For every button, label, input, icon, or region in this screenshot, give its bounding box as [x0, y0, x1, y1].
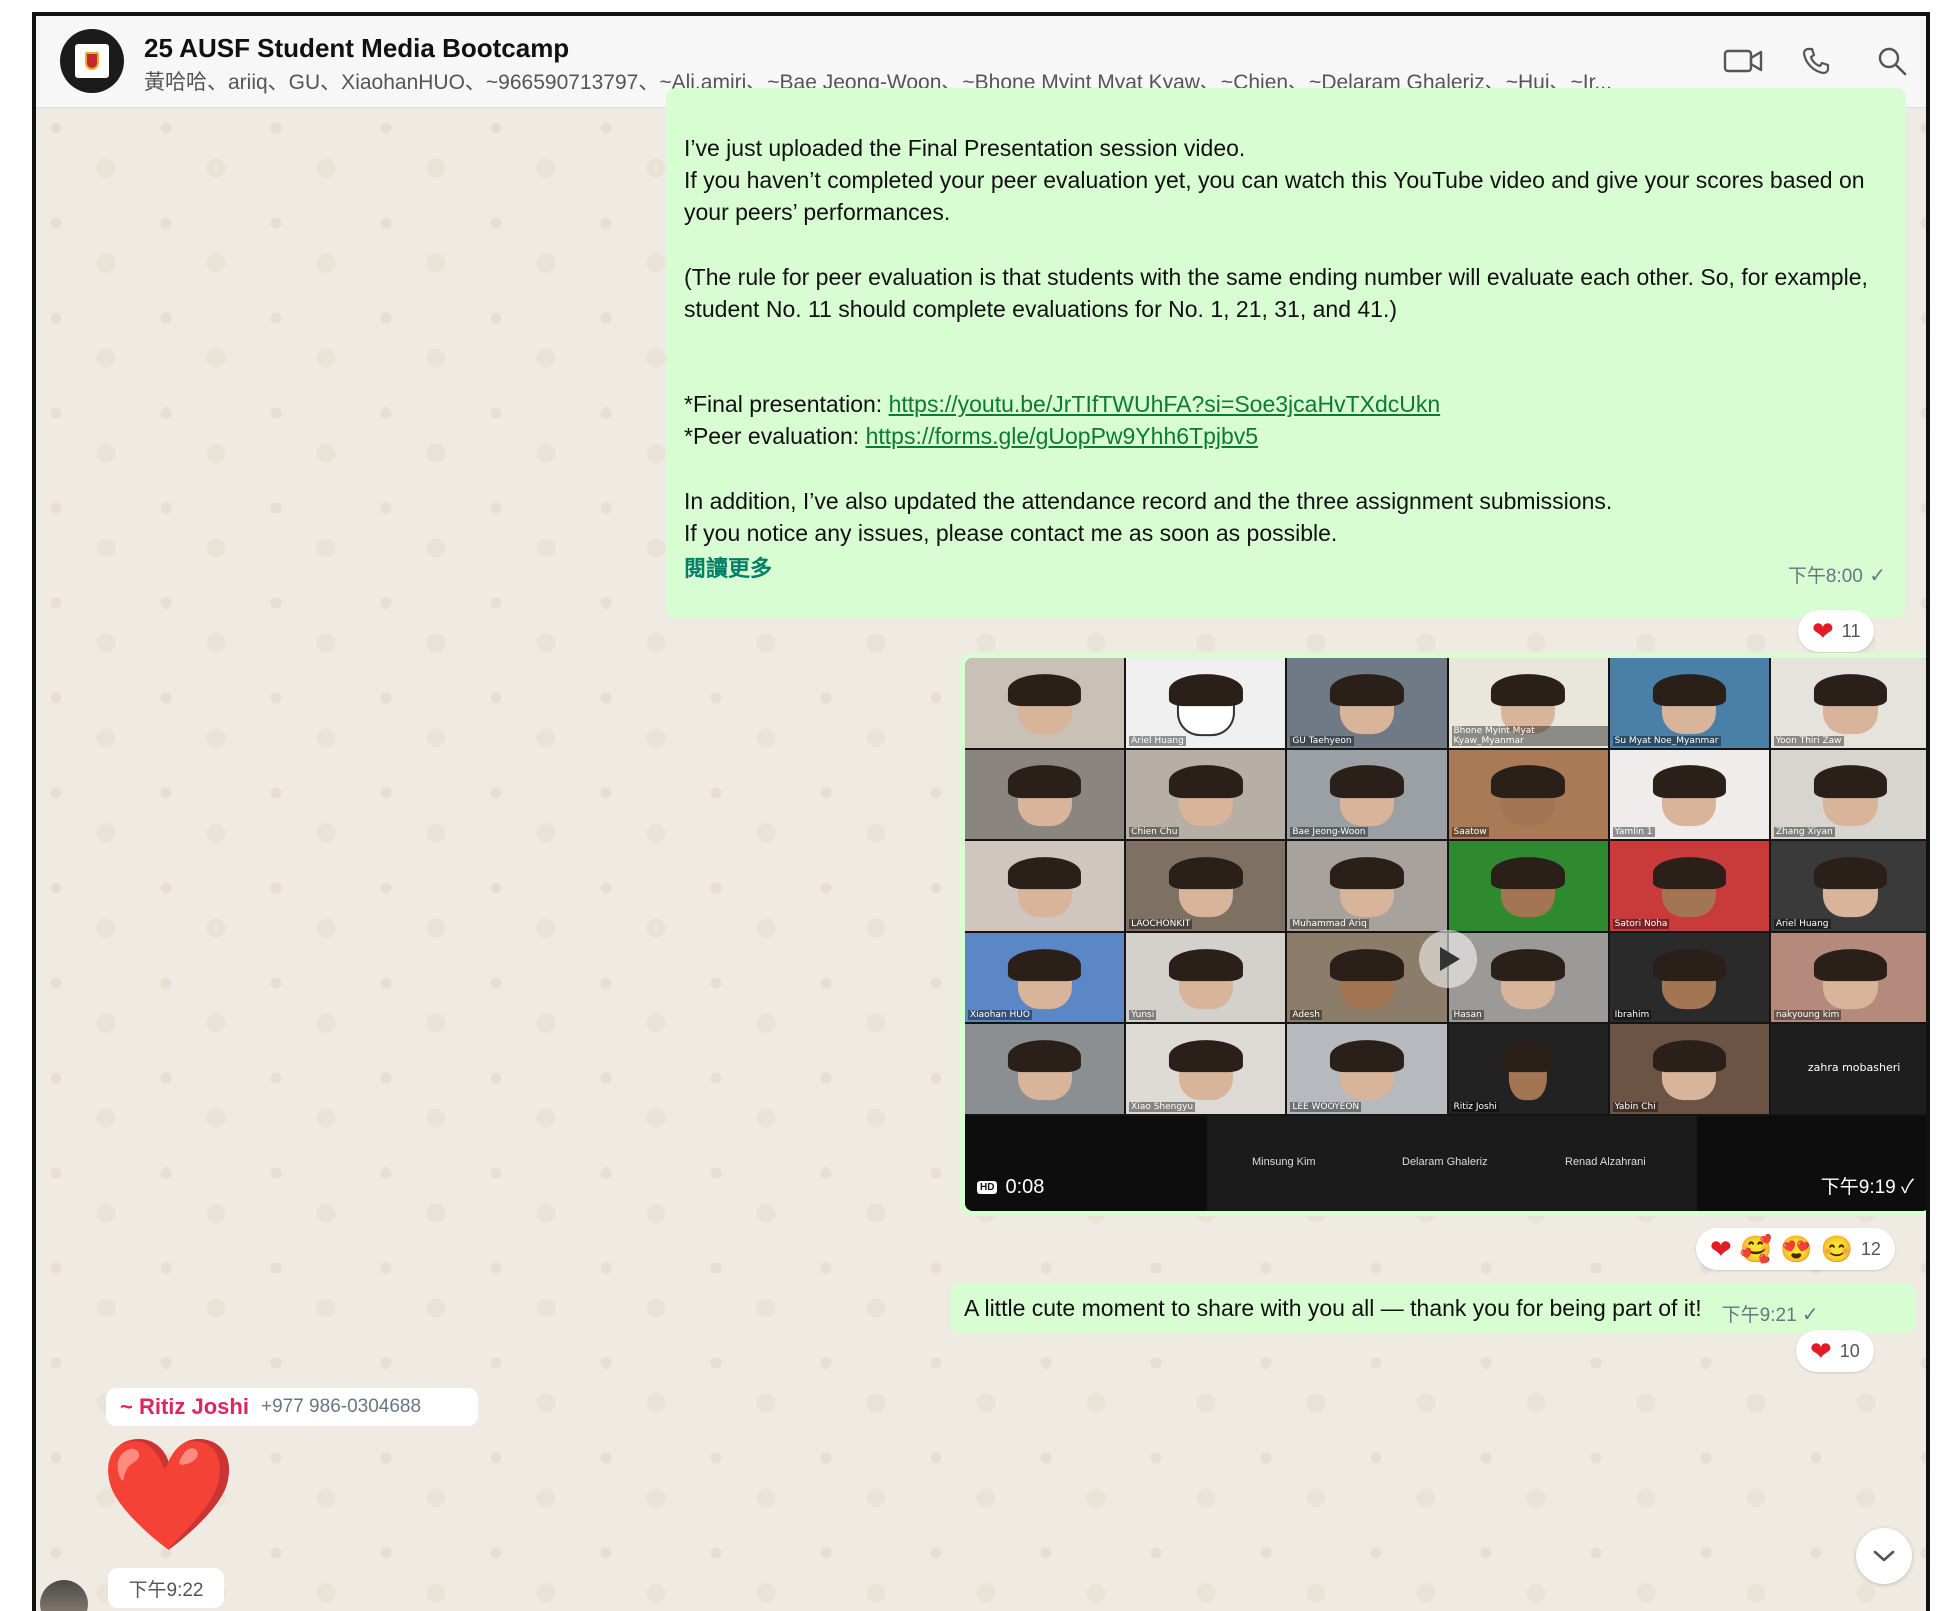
- read-more-link[interactable]: 閱讀更多: [684, 553, 772, 585]
- participant-tile: nakyoung kim: [1770, 932, 1926, 1023]
- message-paragraph: (The rule for peer evaluation is that st…: [684, 264, 1868, 322]
- participant-tile: Ritiz Joshi: [1448, 1024, 1608, 1114]
- video-bottom-row: Minsung Kim Delaram Ghaleriz Renad Alzah…: [965, 1116, 1926, 1211]
- video-call-icon[interactable]: [1721, 44, 1765, 78]
- hd-icon: HD: [977, 1181, 998, 1194]
- heart-eyes-icon: 😍: [1780, 1234, 1813, 1264]
- heart-icon: ❤: [1812, 616, 1834, 646]
- message-time: 下午9:21 ✓: [1721, 1303, 1819, 1326]
- participant-name: Renad Alzahrani: [1565, 1156, 1646, 1168]
- reaction-count: 11: [1841, 620, 1861, 641]
- participant-tile: Yamlin 1: [1609, 749, 1769, 840]
- group-avatar[interactable]: [60, 29, 124, 93]
- participant-tile: [965, 658, 1125, 748]
- participant-tile: [965, 749, 1125, 840]
- participant-tile: [965, 841, 1125, 931]
- participant-tile: [965, 1024, 1125, 1114]
- blushing-smile-icon: 😊: [1820, 1234, 1853, 1264]
- participant-tile: zahra mobasheri: [1770, 1024, 1926, 1114]
- participant-tile: Su Myat Noe_Myanmar: [1609, 658, 1769, 748]
- video-call-grid: Ariel Huang GU Taehyeon Bhone Myint Myat…: [965, 658, 1926, 1114]
- reaction-badge[interactable]: ❤ 11: [1798, 610, 1875, 652]
- participant-tile: GU Taehyeon: [1287, 658, 1447, 748]
- message-paragraph: In addition, I’ve also updated the atten…: [684, 488, 1613, 546]
- chat-area[interactable]: I’ve just uploaded the Final Presentatio…: [36, 88, 1926, 1611]
- participant-tile: Yabin Chi: [1609, 1024, 1769, 1114]
- participant-tile: Ibrahim: [1609, 932, 1769, 1023]
- reaction-badge[interactable]: ❤ 🥰 😍 😊 12: [1696, 1228, 1895, 1270]
- participant-tile: Xiaohan HUO: [965, 932, 1125, 1023]
- participant-name: Minsung Kim: [1252, 1156, 1316, 1168]
- message-paragraph: I’ve just uploaded the Final Presentatio…: [684, 135, 1865, 225]
- message-body: A little cute moment to share with you a…: [964, 1294, 1702, 1321]
- participant-tile: Yoon Thiri Zaw: [1770, 658, 1926, 748]
- message-meta: 下午8:00 ✓: [1788, 558, 1886, 593]
- heart-icon: ❤: [1710, 1234, 1732, 1264]
- chat-window: 25 AUSF Student Media Bootcamp 黃哈哈、ariiq…: [32, 12, 1930, 1611]
- video-thumbnail[interactable]: Ariel Huang GU Taehyeon Bhone Myint Myat…: [965, 658, 1926, 1211]
- group-title[interactable]: 25 AUSF Student Media Bootcamp: [144, 33, 569, 64]
- participant-tile: Xiao Shengyu: [1126, 1024, 1286, 1114]
- reaction-badge[interactable]: ❤ 10: [1796, 1330, 1874, 1372]
- message-time: 下午8:00: [1787, 566, 1863, 587]
- peer-evaluation-label: *Peer evaluation:: [684, 423, 866, 449]
- participant-tile: Muhammad Ariq: [1287, 841, 1447, 931]
- participant-tile: LEE WOOYEON: [1287, 1024, 1447, 1114]
- sender-phone: +977 986-0304688: [260, 1396, 422, 1417]
- voice-call-icon[interactable]: [1794, 44, 1838, 78]
- message-time: 下午9:22: [108, 1568, 224, 1608]
- final-presentation-label: *Final presentation:: [684, 391, 889, 417]
- participant-tile: Yunsi: [1126, 932, 1286, 1023]
- participant-tile: Satori Noha: [1609, 841, 1769, 931]
- participant-tile: Bae Jeong-Woon: [1287, 749, 1447, 840]
- heart-icon: ❤: [1810, 1336, 1832, 1366]
- participant-name: Delaram Ghaleriz: [1402, 1156, 1488, 1168]
- avatar[interactable]: [40, 1580, 88, 1611]
- search-icon[interactable]: [1870, 44, 1914, 78]
- play-icon[interactable]: [1418, 930, 1477, 988]
- participant-tile: [1448, 841, 1608, 931]
- participant-tile: LAOCHONKIT: [1126, 841, 1286, 931]
- message-text[interactable]: A little cute moment to share with you a…: [950, 1283, 1916, 1333]
- reaction-count: 12: [1860, 1238, 1881, 1259]
- participant-tile: Zhang Xiyan: [1770, 749, 1926, 840]
- smiling-hearts-icon: 🥰: [1739, 1234, 1773, 1264]
- participant-tile: Chien Chu: [1126, 749, 1286, 840]
- chevron-down-icon: [1873, 1550, 1895, 1562]
- sender-header: ~ Ritiz Joshi +977 986-0304688: [106, 1388, 478, 1426]
- heart-icon[interactable]: ❤️: [100, 1440, 237, 1550]
- peer-evaluation-link[interactable]: https://forms.gle/gUopPw9Yhh6Tpjbv5: [866, 423, 1258, 449]
- message-announcement[interactable]: I’ve just uploaded the Final Presentatio…: [666, 88, 1906, 618]
- participant-tile: Ariel Huang: [1126, 658, 1286, 748]
- reaction-count: 10: [1839, 1340, 1860, 1361]
- video-duration: HD 0:08: [977, 1176, 1044, 1199]
- message-time: 下午9:19 ✓: [1820, 1177, 1914, 1198]
- sender-name[interactable]: ~ Ritiz Joshi: [120, 1394, 249, 1420]
- participant-tile: Ariel Huang: [1770, 841, 1926, 931]
- final-presentation-link[interactable]: https://youtu.be/JrTIfTWUhFA?si=Soe3jcaH…: [889, 391, 1441, 417]
- message-video[interactable]: Ariel Huang GU Taehyeon Bhone Myint Myat…: [960, 653, 1926, 1216]
- message-links: *Final presentation: https://youtu.be/Jr…: [684, 388, 1440, 452]
- participant-tile: Bhone Myint Myat Kyaw_Myanmar: [1448, 658, 1608, 748]
- participant-tile: Saatow: [1448, 749, 1608, 840]
- scroll-down-button[interactable]: [1856, 1528, 1912, 1584]
- sent-check-icon: ✓: [1869, 565, 1886, 587]
